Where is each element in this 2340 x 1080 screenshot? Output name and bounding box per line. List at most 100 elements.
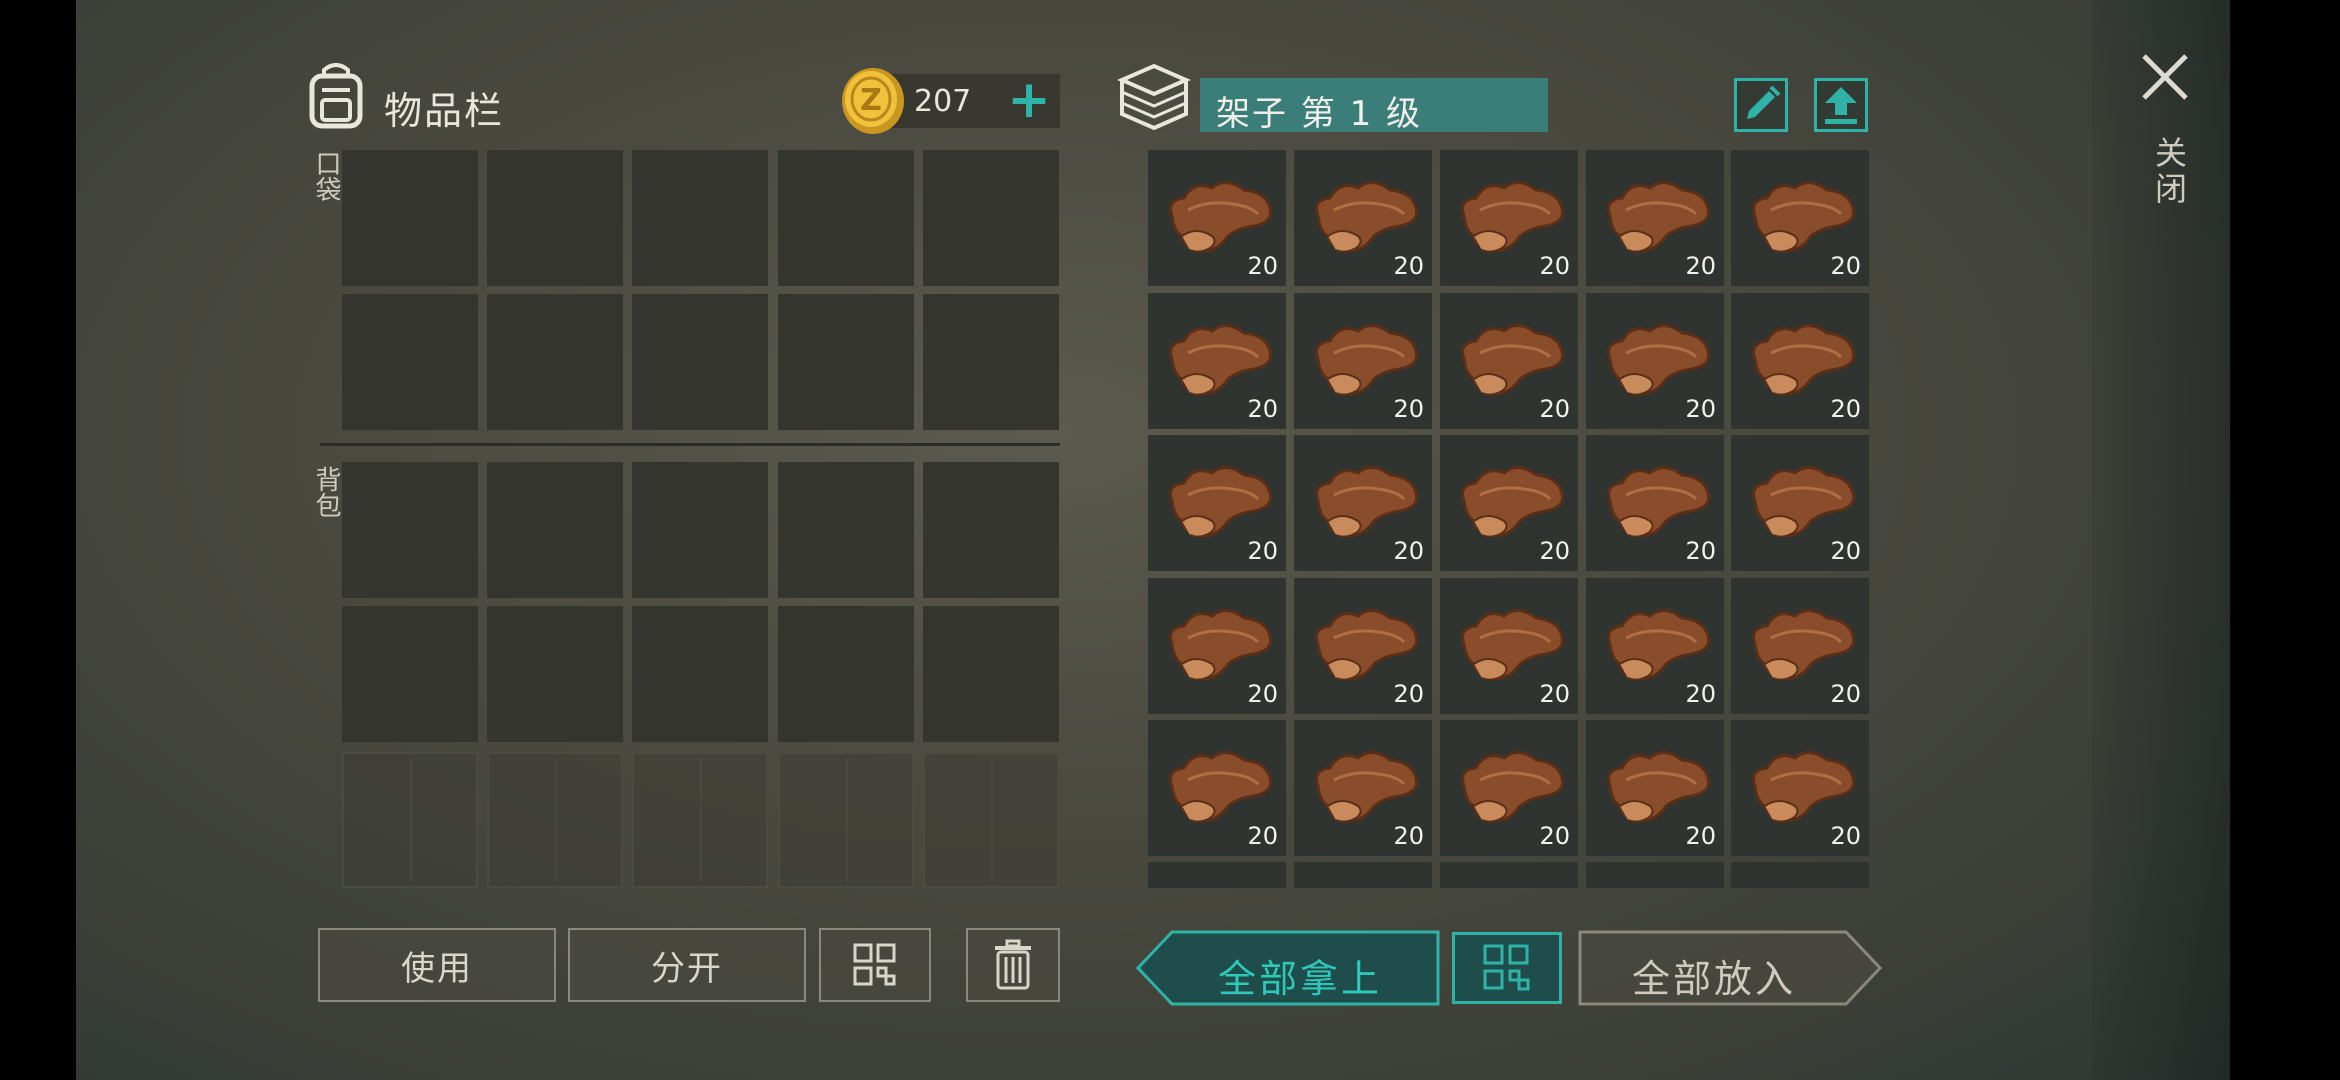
rename-button[interactable] [1734,78,1788,132]
backpack-slot[interactable] [487,462,623,598]
item-count: 20 [1539,395,1570,423]
pocket-slot[interactable] [632,294,768,430]
container-slot[interactable]: 20 [1440,293,1578,429]
grid-icon [1483,944,1530,991]
container-slot[interactable]: 20 [1294,293,1432,429]
locked-slot [632,752,768,888]
leather-icon [1752,751,1856,823]
container-slot[interactable] [1731,862,1869,888]
upload-icon [1825,87,1857,124]
container-slot[interactable]: 20 [1586,578,1724,714]
item-count: 20 [1247,395,1278,423]
item-count: 20 [1247,822,1278,850]
leather-icon [1607,324,1711,396]
container-slot[interactable]: 20 [1586,435,1724,571]
container-slot[interactable]: 20 [1294,150,1432,286]
container-slot[interactable] [1148,862,1286,888]
backpack-slot[interactable] [778,606,914,742]
backpack-slot[interactable] [342,606,478,742]
backpack-slot[interactable] [778,462,914,598]
leather-icon [1752,324,1856,396]
container-slot[interactable]: 20 [1731,720,1869,856]
upgrade-button[interactable] [1814,78,1868,132]
pocket-slot[interactable] [487,150,623,286]
container-slot[interactable]: 20 [1294,435,1432,571]
pocket-label: 口袋 [311,150,341,202]
container-slot[interactable]: 20 [1440,435,1578,571]
item-count: 20 [1685,680,1716,708]
pocket-slot[interactable] [342,150,478,286]
leather-icon [1607,181,1711,253]
locked-slot [342,752,478,888]
close-icon[interactable] [2140,52,2190,102]
pocket-slot[interactable] [487,294,623,430]
leather-icon [1461,324,1565,396]
pocket-slot[interactable] [923,294,1059,430]
screen: 物品栏 Z 207 + 口袋 背包 使用 分开 架子 第 1 级 关闭 20 2… [0,0,2340,1080]
backpack-slot[interactable] [923,606,1059,742]
container-slot[interactable]: 20 [1586,293,1724,429]
backpack-slot[interactable] [632,606,768,742]
container-slot[interactable]: 20 [1148,578,1286,714]
add-coins-button[interactable]: + [1004,74,1054,128]
leather-icon [1169,324,1273,396]
pocket-slot[interactable] [342,294,478,430]
leather-icon [1461,466,1565,538]
backpack-slot[interactable] [923,462,1059,598]
container-slot[interactable]: 20 [1294,578,1432,714]
container-slot[interactable]: 20 [1440,578,1578,714]
pocket-slot[interactable] [632,150,768,286]
item-count: 20 [1247,680,1278,708]
item-count: 20 [1393,822,1424,850]
container-slot[interactable]: 20 [1294,720,1432,856]
container-slot[interactable]: 20 [1148,293,1286,429]
use-button[interactable]: 使用 [318,928,556,1002]
leather-icon [1607,466,1711,538]
container-slot[interactable]: 20 [1731,435,1869,571]
container-slot[interactable]: 20 [1440,720,1578,856]
backpack-slot[interactable] [632,462,768,598]
coin-icon: Z [842,68,904,134]
locked-slot [778,752,914,888]
container-slot[interactable]: 20 [1731,293,1869,429]
pocket-slot[interactable] [778,294,914,430]
container-sort-button[interactable] [1452,932,1562,1004]
leather-icon [1752,466,1856,538]
item-count: 20 [1685,395,1716,423]
leather-icon [1461,751,1565,823]
locked-slot [923,752,1059,888]
container-slot[interactable]: 20 [1731,150,1869,286]
container-slot[interactable]: 20 [1440,150,1578,286]
pocket-slot[interactable] [923,150,1059,286]
pocket-slot[interactable] [778,150,914,286]
container-slot[interactable] [1440,862,1578,888]
section-divider [320,443,1060,446]
leather-icon [1607,751,1711,823]
locked-slot [487,752,623,888]
container-slot[interactable]: 20 [1731,578,1869,714]
item-count: 20 [1393,395,1424,423]
item-count: 20 [1539,680,1570,708]
backpack-slot[interactable] [342,462,478,598]
container-title: 架子 第 1 级 [1216,94,1423,134]
sort-button[interactable] [819,928,931,1002]
backpack-slot[interactable] [487,606,623,742]
item-count: 20 [1830,680,1861,708]
container-slot[interactable] [1294,862,1432,888]
container-slot[interactable]: 20 [1586,720,1724,856]
item-count: 20 [1393,252,1424,280]
leather-icon [1315,324,1419,396]
leather-icon [1169,181,1273,253]
container-slot[interactable]: 20 [1148,150,1286,286]
leather-icon [1169,609,1273,681]
leather-icon [1607,609,1711,681]
leather-icon [1315,751,1419,823]
container-slot[interactable]: 20 [1586,150,1724,286]
inventory-title: 物品栏 [384,89,505,133]
container-slot[interactable]: 20 [1148,720,1286,856]
container-slot[interactable] [1586,862,1724,888]
delete-button[interactable] [966,928,1060,1002]
split-button[interactable]: 分开 [568,928,806,1002]
container-slot[interactable]: 20 [1148,435,1286,571]
close-label[interactable]: 关闭 [2146,136,2192,208]
